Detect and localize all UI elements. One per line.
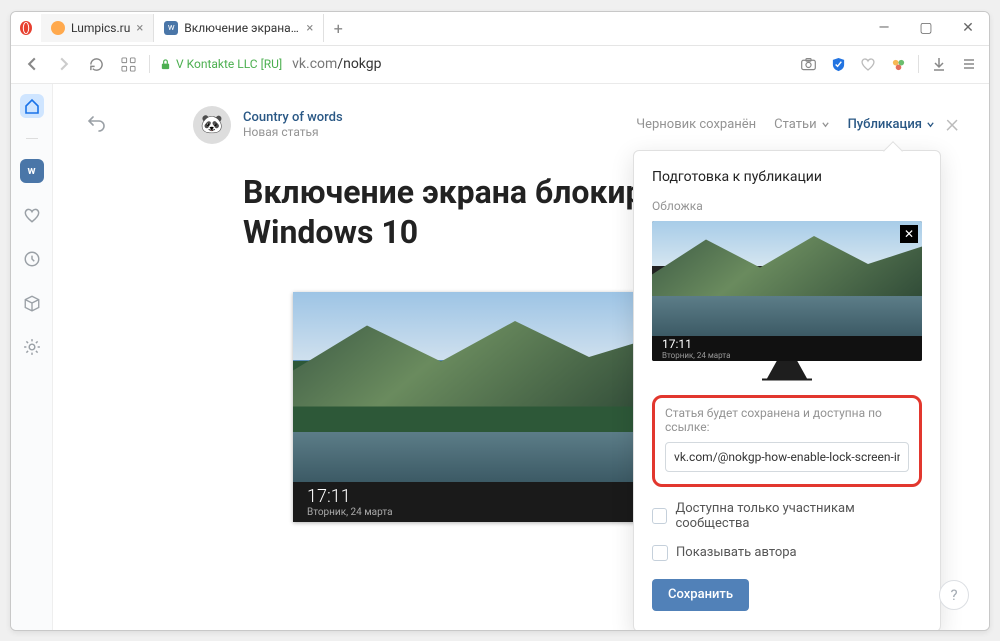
nav-forward bbox=[53, 53, 75, 75]
lock-icon bbox=[160, 59, 171, 70]
avatar[interactable]: 🐼 bbox=[193, 106, 231, 144]
opera-menu-icon[interactable] bbox=[11, 20, 41, 36]
publish-menu[interactable]: Публикация bbox=[848, 117, 935, 132]
url-hint: Статья будет сохранена и доступна по ссы… bbox=[665, 406, 909, 434]
window-minimize[interactable]: — bbox=[863, 11, 905, 45]
window-maximize[interactable]: ▢ bbox=[905, 11, 947, 45]
opera-sidebar: w bbox=[11, 84, 53, 630]
tab-label: Lumpics.ru bbox=[71, 21, 130, 35]
ssl-badge[interactable]: V Kontakte LLC [RU] bbox=[160, 57, 282, 71]
chevron-down-icon bbox=[926, 120, 935, 129]
checkbox-icon bbox=[652, 545, 668, 561]
checkbox-icon bbox=[652, 508, 667, 524]
shield-icon[interactable] bbox=[828, 54, 848, 74]
nav-reload[interactable] bbox=[85, 53, 107, 75]
cover-label: Обложка bbox=[652, 199, 922, 213]
editor-header: 🐼 Country of words Новая статья Черновик… bbox=[53, 84, 989, 144]
vk-favicon: w bbox=[164, 21, 178, 35]
lumpics-favicon bbox=[51, 21, 65, 35]
help-button[interactable]: ? bbox=[939, 580, 969, 610]
download-icon[interactable] bbox=[929, 54, 949, 74]
article-image[interactable]: 17:11 Вторник, 24 марта bbox=[293, 292, 663, 522]
vk-sidebar-icon[interactable]: w bbox=[20, 159, 44, 183]
article-url-input[interactable] bbox=[665, 442, 909, 472]
heart-sidebar-icon[interactable] bbox=[20, 203, 44, 227]
home-icon[interactable] bbox=[20, 94, 44, 118]
lock-date: Вторник, 24 марта bbox=[307, 507, 663, 518]
popover-title: Подготовка к публикации bbox=[652, 169, 922, 185]
nav-back[interactable] bbox=[21, 53, 43, 75]
autosave-status: Черновик сохранён bbox=[636, 117, 756, 132]
url-display[interactable]: vk.com/nokgp bbox=[292, 56, 381, 72]
tab-vk-active[interactable]: w Включение экрана блоки… × bbox=[154, 14, 324, 42]
articles-menu[interactable]: Статьи bbox=[774, 117, 829, 132]
new-tab-button[interactable]: + bbox=[324, 14, 352, 42]
history-sidebar-icon[interactable] bbox=[20, 247, 44, 271]
extension-icon[interactable] bbox=[888, 54, 908, 74]
box-sidebar-icon[interactable] bbox=[20, 291, 44, 315]
show-author-checkbox[interactable]: Показывать автора bbox=[652, 545, 922, 561]
editor-close-button[interactable]: × bbox=[945, 109, 959, 139]
address-bar: V Kontakte LLC [RU] vk.com/nokgp bbox=[11, 46, 989, 84]
easy-setup-icon[interactable] bbox=[959, 54, 979, 74]
snapshot-icon[interactable] bbox=[798, 54, 818, 74]
tab-label: Включение экрана блоки… bbox=[184, 21, 300, 35]
author-subtitle: Новая статья bbox=[243, 125, 343, 139]
highlight-callout: Статья будет сохранена и доступна по ссы… bbox=[652, 395, 922, 487]
cover-preview[interactable]: 17:11Вторник, 24 марта ✕ bbox=[652, 221, 922, 361]
chevron-down-icon bbox=[821, 120, 830, 129]
speed-dial-icon[interactable] bbox=[117, 53, 139, 75]
settings-sidebar-icon[interactable] bbox=[20, 335, 44, 359]
close-icon[interactable]: × bbox=[136, 21, 143, 36]
close-icon[interactable]: × bbox=[306, 21, 313, 36]
tab-lumpics[interactable]: Lumpics.ru × bbox=[41, 14, 154, 42]
lock-time: 17:11 bbox=[307, 486, 663, 507]
remove-cover-button[interactable]: ✕ bbox=[900, 225, 918, 243]
ssl-owner: V Kontakte LLC [RU] bbox=[176, 57, 282, 71]
author-name[interactable]: Country of words bbox=[243, 110, 343, 125]
window-close[interactable]: ✕ bbox=[947, 11, 989, 45]
publish-popover: Подготовка к публикации Обложка 17:11Вто… bbox=[633, 150, 941, 630]
heart-icon[interactable] bbox=[858, 54, 878, 74]
members-only-checkbox[interactable]: Доступна только участникам сообщества bbox=[652, 501, 922, 531]
save-button[interactable]: Сохранить bbox=[652, 579, 749, 611]
window-titlebar: Lumpics.ru × w Включение экрана блоки… ×… bbox=[11, 12, 989, 46]
undo-button[interactable] bbox=[83, 109, 111, 137]
